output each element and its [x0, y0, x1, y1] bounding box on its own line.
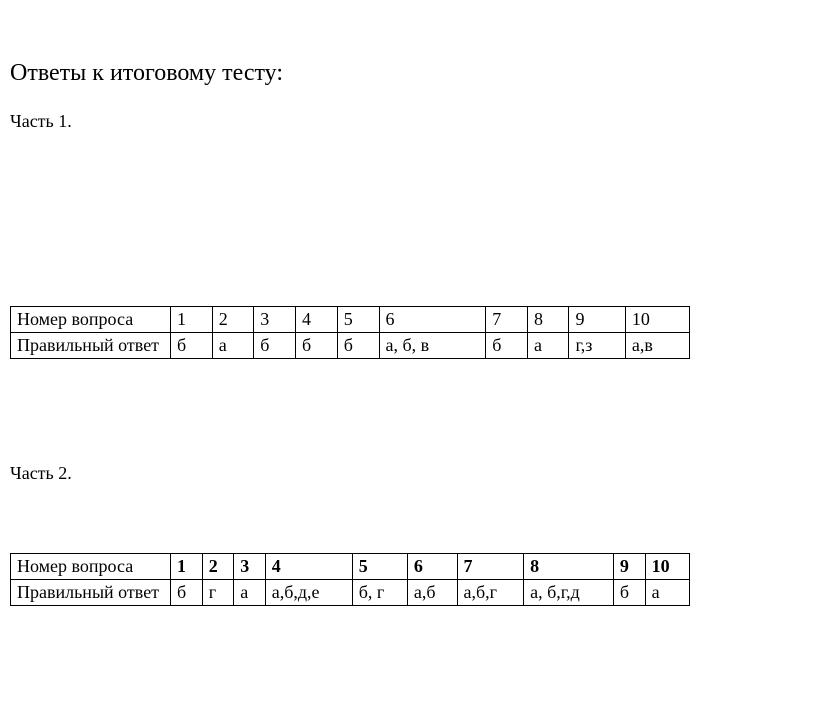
col-header: 6	[379, 307, 486, 333]
answer-cell: г,з	[569, 333, 625, 359]
col-header: 8	[528, 307, 569, 333]
col-header: 10	[645, 554, 689, 580]
answer-cell: а	[645, 580, 689, 606]
table-row: Правильный ответ б г а а,б,д,е б, г а,б …	[11, 580, 690, 606]
answer-cell: а	[234, 580, 265, 606]
col-header: 4	[295, 307, 337, 333]
col-header: 4	[265, 554, 352, 580]
table-row: Номер вопроса 1 2 3 4 5 6 7 8 9 10	[11, 307, 690, 333]
part1-table: Номер вопроса 1 2 3 4 5 6 7 8 9 10 Прави…	[10, 306, 690, 359]
correct-answer-header: Правильный ответ	[11, 580, 171, 606]
answer-cell: б	[295, 333, 337, 359]
col-header: 2	[212, 307, 253, 333]
col-header: 5	[337, 307, 379, 333]
answer-cell: б	[486, 333, 528, 359]
part2-table: Номер вопроса 1 2 3 4 5 6 7 8 9 10 Прави…	[10, 553, 690, 606]
col-header: 1	[171, 307, 213, 333]
answer-cell: б, г	[352, 580, 407, 606]
answer-cell: а,б,д,е	[265, 580, 352, 606]
table-row: Правильный ответ б а б б б а, б, в б а г…	[11, 333, 690, 359]
col-header: 9	[569, 307, 625, 333]
answer-cell: б	[337, 333, 379, 359]
spacer	[10, 498, 806, 553]
answer-cell: б	[613, 580, 645, 606]
answer-cell: б	[171, 580, 203, 606]
answer-cell: а,б,г	[457, 580, 524, 606]
answer-cell: а, б,г,д	[524, 580, 614, 606]
col-header: 3	[234, 554, 265, 580]
col-header: 5	[352, 554, 407, 580]
part2-label: Часть 2.	[10, 463, 806, 484]
col-header: 1	[171, 554, 203, 580]
answer-cell: б	[171, 333, 213, 359]
col-header: 10	[625, 307, 689, 333]
answer-cell: а,в	[625, 333, 689, 359]
spacer	[10, 359, 806, 449]
col-header: 6	[407, 554, 457, 580]
answer-cell: а,б	[407, 580, 457, 606]
part1-label: Часть 1.	[10, 111, 806, 132]
col-header: 7	[457, 554, 524, 580]
col-header: 3	[254, 307, 296, 333]
col-header: 8	[524, 554, 614, 580]
col-header: 2	[202, 554, 233, 580]
page-title: Ответы к итоговому тесту:	[10, 60, 806, 87]
answer-cell: б	[254, 333, 296, 359]
table-row: Номер вопроса 1 2 3 4 5 6 7 8 9 10	[11, 554, 690, 580]
answer-cell: а, б, в	[379, 333, 486, 359]
correct-answer-header: Правильный ответ	[11, 333, 171, 359]
answer-cell: г	[202, 580, 233, 606]
spacer	[10, 146, 806, 306]
question-number-header: Номер вопроса	[11, 307, 171, 333]
col-header: 7	[486, 307, 528, 333]
question-number-header: Номер вопроса	[11, 554, 171, 580]
answer-cell: а	[212, 333, 253, 359]
answer-cell: а	[528, 333, 569, 359]
col-header: 9	[613, 554, 645, 580]
